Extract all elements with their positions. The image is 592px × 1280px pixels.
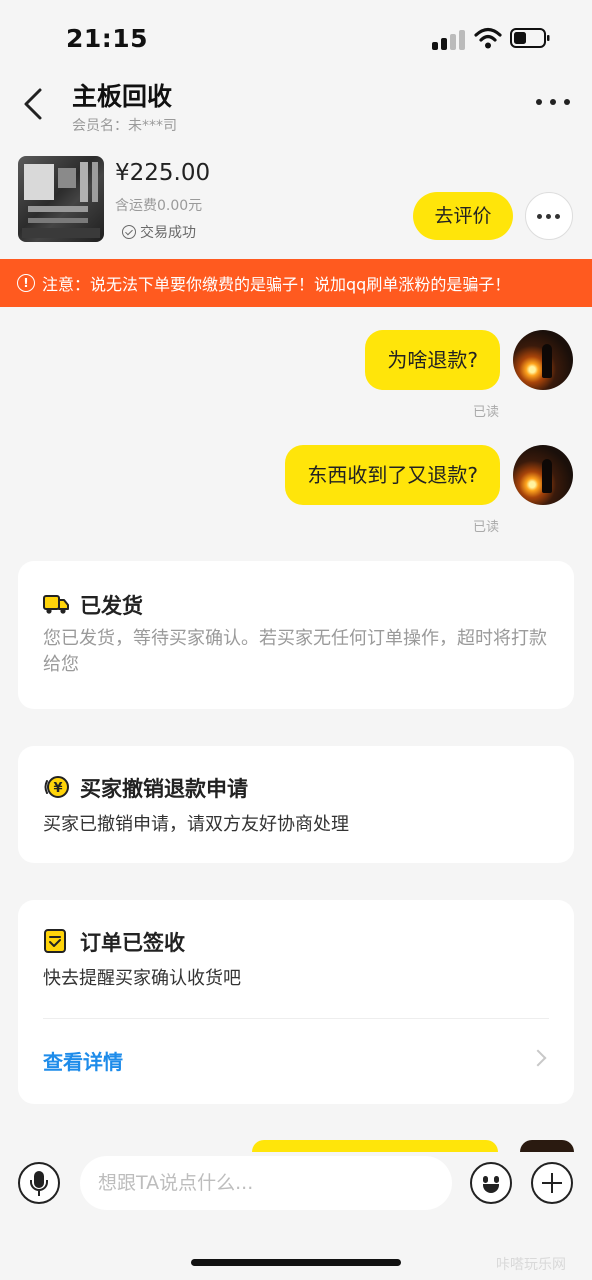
avatar[interactable] bbox=[513, 445, 573, 505]
warning-text: 注意：说无法下单要你缴费的是骗子！说加qq刷单涨粉的是骗子！ bbox=[42, 275, 511, 294]
card-text: 快去提醒买家确认收货吧 bbox=[43, 968, 241, 989]
truck-icon bbox=[43, 595, 69, 614]
status-time: 21:15 bbox=[66, 24, 149, 53]
rate-button[interactable]: 去评价 bbox=[413, 192, 513, 240]
divider bbox=[43, 1018, 549, 1019]
wifi-icon bbox=[474, 27, 502, 49]
avatar[interactable] bbox=[513, 330, 573, 390]
deal-status: 交易成功 bbox=[122, 222, 196, 242]
watermark: 咔嗒玩乐网 bbox=[496, 1257, 566, 1273]
home-indicator[interactable] bbox=[191, 1259, 401, 1266]
product-thumbnail[interactable] bbox=[18, 156, 104, 242]
order-signed-card: 订单已签收 快去提醒买家确认收货吧 查看详情 bbox=[18, 900, 574, 1104]
svg-text:¥: ¥ bbox=[53, 781, 62, 796]
microphone-icon[interactable] bbox=[18, 1162, 60, 1204]
refund-cancel-card: ¥ 买家撤销退款申请 买家已撤销申请，请双方友好协商处理 bbox=[18, 746, 574, 863]
message-input[interactable] bbox=[80, 1156, 452, 1210]
alert-icon: ! bbox=[17, 274, 35, 292]
message-bubble-partial bbox=[252, 1140, 498, 1152]
battery-icon bbox=[510, 28, 550, 48]
read-status: 已读 bbox=[473, 405, 500, 420]
shipping-info: 含运费0.00元 bbox=[115, 198, 203, 214]
signed-icon bbox=[44, 929, 66, 953]
more-menu-icon[interactable] bbox=[536, 94, 570, 110]
shipped-card: 已发货 您已发货，等待买家确认。若买家无任何订单操作，超时将打款给您 bbox=[18, 561, 574, 709]
card-text: 买家已撤销申请，请双方友好协商处理 bbox=[43, 814, 349, 835]
check-circle-icon bbox=[122, 225, 136, 239]
product-more-button[interactable] bbox=[525, 192, 573, 240]
add-icon[interactable] bbox=[531, 1162, 573, 1204]
scam-warning-banner: ! 注意：说无法下单要你缴费的是骗子！说加qq刷单涨粉的是骗子！ bbox=[0, 259, 592, 307]
back-icon[interactable] bbox=[18, 86, 50, 122]
message-bubble[interactable]: 东西收到了又退款? bbox=[285, 445, 500, 505]
card-title: 订单已签收 bbox=[80, 931, 185, 955]
product-price: ¥225.00 bbox=[115, 160, 211, 186]
card-text: 您已发货，等待买家确认。若买家无任何订单操作，超时将打款给您 bbox=[43, 628, 547, 675]
avatar-partial bbox=[520, 1140, 574, 1152]
member-name: 会员名：未***司 bbox=[72, 118, 177, 134]
view-details-link[interactable]: 查看详情 bbox=[43, 1046, 123, 1075]
card-title: 买家撤销退款申请 bbox=[80, 777, 248, 801]
emoji-icon[interactable] bbox=[470, 1162, 512, 1204]
message-bubble[interactable]: 为啥退款? bbox=[365, 330, 500, 390]
signal-icon bbox=[432, 28, 466, 50]
refund-icon: ¥ bbox=[44, 776, 69, 798]
read-status: 已读 bbox=[473, 520, 500, 535]
deal-status-label: 交易成功 bbox=[140, 225, 196, 241]
chevron-right-icon[interactable] bbox=[529, 1049, 547, 1067]
card-title: 已发货 bbox=[80, 594, 143, 618]
page-title: 主板回收 bbox=[72, 82, 173, 111]
